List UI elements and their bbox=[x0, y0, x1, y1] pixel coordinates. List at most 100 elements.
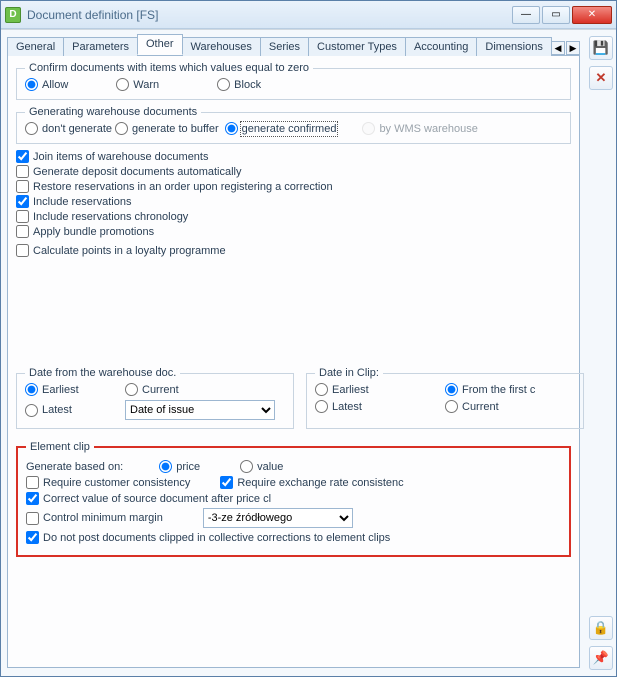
opt-loyalty-check[interactable] bbox=[16, 244, 29, 257]
date-wh-earliest-label: Earliest bbox=[42, 384, 79, 396]
date-clip-earliest-label: Earliest bbox=[332, 384, 369, 396]
date-clip-group: Date in Clip: Earliest From the first c … bbox=[306, 367, 584, 429]
ec-req-customer-check[interactable] bbox=[26, 476, 39, 489]
ec-correct-value[interactable]: Correct value of source document after p… bbox=[26, 492, 271, 505]
save-button[interactable]: 💾 bbox=[589, 36, 613, 60]
cancel-icon: ✕ bbox=[596, 70, 607, 86]
tab-series[interactable]: Series bbox=[260, 37, 309, 56]
date-wh-latest-radio[interactable] bbox=[25, 404, 38, 417]
gen-buffer-radio[interactable] bbox=[115, 122, 128, 135]
confirm-warn-label: Warn bbox=[133, 79, 159, 91]
confirm-allow-radio[interactable] bbox=[25, 78, 38, 91]
minimize-button[interactable]: — bbox=[512, 6, 540, 24]
ec-value[interactable]: value bbox=[240, 460, 283, 473]
ec-no-post-check[interactable] bbox=[26, 531, 39, 544]
date-wh-current-radio[interactable] bbox=[125, 383, 138, 396]
opt-bundle[interactable]: Apply bundle promotions bbox=[16, 225, 571, 238]
window-title: Document definition [FS] bbox=[27, 8, 512, 22]
gen-buffer[interactable]: generate to buffer bbox=[115, 122, 219, 135]
date-clip-from-first-radio[interactable] bbox=[445, 383, 458, 396]
opt-bundle-check[interactable] bbox=[16, 225, 29, 238]
confirm-zero-group: Confirm documents with items which value… bbox=[16, 62, 571, 100]
ec-ctrl-margin[interactable]: Control minimum margin bbox=[26, 512, 163, 525]
tab-general[interactable]: General bbox=[7, 37, 64, 56]
confirm-block-radio[interactable] bbox=[217, 78, 230, 91]
gen-dont[interactable]: don't generate bbox=[25, 122, 112, 135]
cancel-button[interactable]: ✕ bbox=[589, 66, 613, 90]
date-wh-latest-label: Latest bbox=[42, 404, 72, 416]
confirm-block[interactable]: Block bbox=[217, 78, 261, 91]
opt-bundle-label: Apply bundle promotions bbox=[33, 226, 154, 238]
opt-deposit-check[interactable] bbox=[16, 165, 29, 178]
ec-req-exch[interactable]: Require exchange rate consistenc bbox=[220, 476, 403, 489]
opt-join[interactable]: Join items of warehouse documents bbox=[16, 150, 571, 163]
date-clip-from-first[interactable]: From the first c bbox=[445, 383, 575, 396]
confirm-warn-radio[interactable] bbox=[116, 78, 129, 91]
date-clip-current-label: Current bbox=[462, 401, 499, 413]
opt-loyalty[interactable]: Calculate points in a loyalty programme bbox=[16, 244, 571, 257]
gen-dont-radio[interactable] bbox=[25, 122, 38, 135]
date-wh-current[interactable]: Current bbox=[125, 383, 285, 396]
options-stack: Join items of warehouse documents Genera… bbox=[16, 150, 571, 257]
date-clip-latest-label: Latest bbox=[332, 401, 362, 413]
ec-ctrl-margin-label: Control minimum margin bbox=[43, 512, 163, 524]
gen-confirmed-radio[interactable] bbox=[225, 122, 238, 135]
opt-include-chron-label: Include reservations chronology bbox=[33, 211, 188, 223]
lock-button[interactable]: 🔒 bbox=[589, 616, 613, 640]
date-clip-from-first-label: From the first c bbox=[462, 384, 535, 396]
date-clip-latest[interactable]: Latest bbox=[315, 400, 445, 413]
pin-button[interactable]: 📌 bbox=[589, 646, 613, 670]
tab-scroll-right[interactable]: ▶ bbox=[566, 41, 580, 55]
ec-gen-label: Generate based on: bbox=[26, 461, 123, 473]
date-wh-latest[interactable]: Latest bbox=[25, 404, 125, 417]
date-wh-earliest[interactable]: Earliest bbox=[25, 383, 125, 396]
tab-other[interactable]: Other bbox=[137, 34, 183, 55]
opt-include-chron[interactable]: Include reservations chronology bbox=[16, 210, 571, 223]
ec-no-post-label: Do not post documents clipped in collect… bbox=[43, 532, 390, 544]
tab-warehouses[interactable]: Warehouses bbox=[182, 37, 261, 56]
opt-include-res[interactable]: Include reservations bbox=[16, 195, 571, 208]
opt-include-chron-check[interactable] bbox=[16, 210, 29, 223]
date-wh-current-label: Current bbox=[142, 384, 179, 396]
opt-restore[interactable]: Restore reservations in an order upon re… bbox=[16, 180, 571, 193]
date-clip-earliest-radio[interactable] bbox=[315, 383, 328, 396]
side-toolbar: 💾 ✕ 🔒 📌 bbox=[586, 30, 616, 676]
ec-price-radio[interactable] bbox=[159, 460, 172, 473]
confirm-allow[interactable]: Allow bbox=[25, 78, 68, 91]
date-clip-earliest[interactable]: Earliest bbox=[315, 383, 445, 396]
opt-restore-check[interactable] bbox=[16, 180, 29, 193]
date-clip-legend: Date in Clip: bbox=[315, 367, 383, 379]
date-clip-current-radio[interactable] bbox=[445, 400, 458, 413]
tab-dimensions[interactable]: Dimensions bbox=[476, 37, 551, 56]
opt-restore-label: Restore reservations in an order upon re… bbox=[33, 181, 333, 193]
date-clip-current[interactable]: Current bbox=[445, 400, 575, 413]
date-clip-latest-radio[interactable] bbox=[315, 400, 328, 413]
ec-price[interactable]: price bbox=[159, 460, 200, 473]
confirm-block-label: Block bbox=[234, 79, 261, 91]
ec-req-exch-check[interactable] bbox=[220, 476, 233, 489]
tab-accounting[interactable]: Accounting bbox=[405, 37, 477, 56]
opt-include-res-check[interactable] bbox=[16, 195, 29, 208]
ec-req-customer[interactable]: Require customer consistency bbox=[26, 476, 190, 489]
tab-scroll-left[interactable]: ◀ bbox=[551, 41, 565, 55]
date-wh-legend: Date from the warehouse doc. bbox=[25, 367, 180, 379]
tab-content-other: Confirm documents with items which value… bbox=[7, 56, 580, 668]
gen-buffer-label: generate to buffer bbox=[132, 123, 219, 135]
opt-join-check[interactable] bbox=[16, 150, 29, 163]
date-wh-select[interactable]: Date of issue bbox=[125, 400, 275, 420]
tab-nav: ◀ ▶ bbox=[551, 41, 580, 55]
maximize-button[interactable]: ▭ bbox=[542, 6, 570, 24]
tab-parameters[interactable]: Parameters bbox=[63, 37, 138, 56]
date-wh-earliest-radio[interactable] bbox=[25, 383, 38, 396]
confirm-warn[interactable]: Warn bbox=[116, 78, 159, 91]
ec-value-radio[interactable] bbox=[240, 460, 253, 473]
ec-margin-select[interactable]: -3-ze źródłowego bbox=[203, 508, 353, 528]
pin-icon: 📌 bbox=[593, 650, 609, 666]
close-button[interactable]: ✕ bbox=[572, 6, 612, 24]
opt-deposit[interactable]: Generate deposit documents automatically bbox=[16, 165, 571, 178]
ec-ctrl-margin-check[interactable] bbox=[26, 512, 39, 525]
tab-customer-types[interactable]: Customer Types bbox=[308, 37, 406, 56]
ec-no-post[interactable]: Do not post documents clipped in collect… bbox=[26, 531, 390, 544]
ec-correct-value-check[interactable] bbox=[26, 492, 39, 505]
gen-confirmed[interactable]: generate confirmed bbox=[225, 122, 337, 135]
